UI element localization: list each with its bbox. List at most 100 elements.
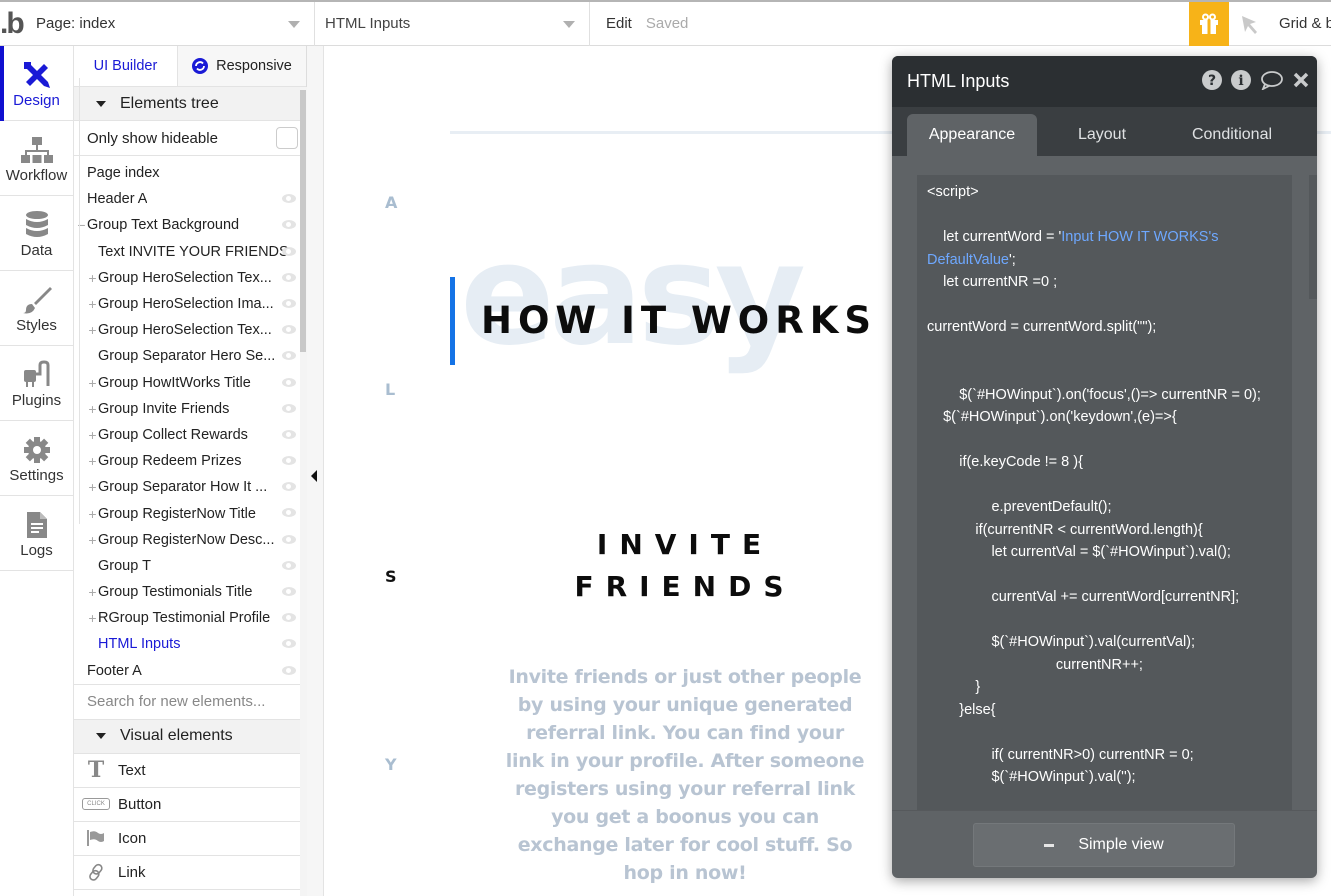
eye-icon[interactable] [282,194,296,204]
tree-item[interactable]: + Group RegisterNow Desc... [74,527,306,553]
nav-workflow[interactable]: Workflow [0,121,73,196]
eye-icon[interactable] [282,272,296,282]
nav-styles[interactable]: Styles [0,271,73,346]
tree-item-label: Text INVITE YOUR FRIENDS [98,243,289,260]
visual-elements-header[interactable]: Visual elements [74,719,306,754]
expand-icon[interactable]: + [87,584,98,600]
expand-icon[interactable]: + [87,296,98,312]
property-editor-header[interactable]: HTML Inputs ? i [892,56,1317,107]
gift-button[interactable] [1189,2,1229,46]
tab-layout[interactable]: Layout [1037,114,1167,156]
nav-settings[interactable]: Settings [0,421,73,496]
expand-icon[interactable]: + [87,401,98,417]
vertical-letter: Y [385,755,397,774]
page-selector[interactable]: Page: index [28,1,315,46]
simple-view-button[interactable]: Simple view [973,823,1235,867]
tab-responsive[interactable]: Responsive [178,46,306,86]
tree-item-label: Group HeroSelection Tex... [98,322,272,339]
collapse-icon[interactable]: − [76,217,87,233]
tree-item[interactable]: HTML Inputs [74,631,306,657]
tree-item[interactable]: Text INVITE YOUR FRIENDS [74,239,306,265]
tree-item[interactable]: Group T [74,553,306,579]
invite-friends-description[interactable]: Invite friends or just other people by u… [505,663,865,887]
eye-icon[interactable] [282,587,296,596]
tree-item[interactable]: + Group Collect Rewards [74,422,306,448]
tree-item[interactable]: + Group HowItWorks Title [74,370,306,396]
expand-icon[interactable]: + [87,270,98,286]
eye-icon[interactable] [282,639,296,649]
expand-icon[interactable]: + [87,479,98,495]
panel-collapse-handle[interactable] [307,46,324,896]
code-text: currentWord = currentWord.split(""); [927,319,1157,335]
visual-element-icon[interactable]: Icon [74,822,306,856]
tree-item[interactable]: + Group Invite Friends [74,396,306,422]
tree-item[interactable]: + Group Redeem Prizes [74,448,306,474]
nav-plugins[interactable]: Plugins [0,346,73,421]
search-new-elements-input[interactable]: Search for new elements... [74,683,306,720]
visual-element-link[interactable]: Link [74,856,306,890]
eye-icon[interactable] [282,220,296,230]
nav-data[interactable]: Data [0,196,73,271]
eye-icon[interactable] [282,665,296,675]
visual-element-button[interactable]: CLICK Button [74,788,306,822]
help-icon[interactable]: ? [1202,70,1222,90]
bubble-logo[interactable]: .b [0,2,28,46]
expand-icon[interactable]: + [87,506,98,522]
tree-item[interactable]: + Group HeroSelection Tex... [74,265,306,291]
code-editor-scrollbar[interactable] [1309,175,1317,299]
expand-icon[interactable]: + [87,453,98,469]
eye-icon[interactable] [282,456,296,466]
tree-item[interactable]: + Group HeroSelection Tex... [74,317,306,343]
eye-icon[interactable] [282,560,296,570]
eye-icon[interactable] [282,403,296,413]
how-it-works-title[interactable]: HOW IT WORKS [481,299,877,342]
tree-item[interactable]: + Group HeroSelection Ima... [74,291,306,317]
code-text: }else{ [927,701,996,718]
eye-icon[interactable] [282,325,296,335]
comment-icon[interactable] [1260,70,1284,90]
visual-element-text[interactable]: T Text [74,754,306,788]
expand-icon[interactable]: + [87,532,98,548]
tree-item[interactable]: + Group Separator How It ... [74,474,306,500]
tree-item[interactable]: Header A [74,186,306,212]
tree-item[interactable]: + Group Testimonials Title [74,579,306,605]
nav-design[interactable]: Design [0,46,73,121]
tree-item[interactable]: − Group Text Background [74,212,306,238]
tree-item[interactable]: Footer A [74,658,306,684]
eye-icon[interactable] [282,298,296,308]
element-selector[interactable]: HTML Inputs [315,1,590,46]
eye-icon[interactable] [282,508,296,518]
dynamic-expression[interactable]: Input HOW IT WORKS's [1061,229,1218,245]
dynamic-expression[interactable]: DefaultValue [927,252,1009,268]
eye-icon[interactable] [282,429,296,439]
expand-icon[interactable]: + [87,427,98,443]
tree-item[interactable]: + RGroup Testimonial Profile [74,605,306,631]
tab-appearance[interactable]: Appearance [907,114,1037,156]
eye-icon[interactable] [282,482,296,492]
eye-icon[interactable] [282,377,296,387]
tree-item[interactable]: Group Separator Hero Se... [74,343,306,369]
html-code-editor[interactable]: <script> let currentWord = 'Input HOW IT… [917,175,1292,810]
elements-tree-header[interactable]: Elements tree [74,87,306,121]
tree-item[interactable]: Page index [74,160,306,186]
cursor-arrow-icon[interactable] [1240,14,1260,36]
eye-icon[interactable] [282,351,296,361]
expand-icon[interactable]: + [87,610,98,626]
eye-icon[interactable] [282,613,296,623]
edit-menu[interactable]: Edit [606,15,632,32]
panel-scrollbar-thumb[interactable] [300,90,306,352]
expand-icon[interactable]: + [87,375,98,391]
close-icon[interactable] [1293,72,1309,88]
only-show-hideable-checkbox[interactable] [276,127,298,149]
eye-icon[interactable] [282,246,296,256]
nav-logs[interactable]: Logs [0,496,73,571]
grid-borders-toggle[interactable]: Grid & b [1279,15,1331,32]
eye-icon[interactable] [282,534,296,544]
tree-item[interactable]: + Group RegisterNow Title [74,500,306,526]
tab-ui-builder[interactable]: UI Builder [74,46,178,86]
expand-icon[interactable]: + [87,322,98,338]
tab-conditional[interactable]: Conditional [1167,114,1297,156]
info-icon[interactable]: i [1231,70,1251,90]
invite-friends-title[interactable]: INVITE FRIENDS [505,524,865,608]
